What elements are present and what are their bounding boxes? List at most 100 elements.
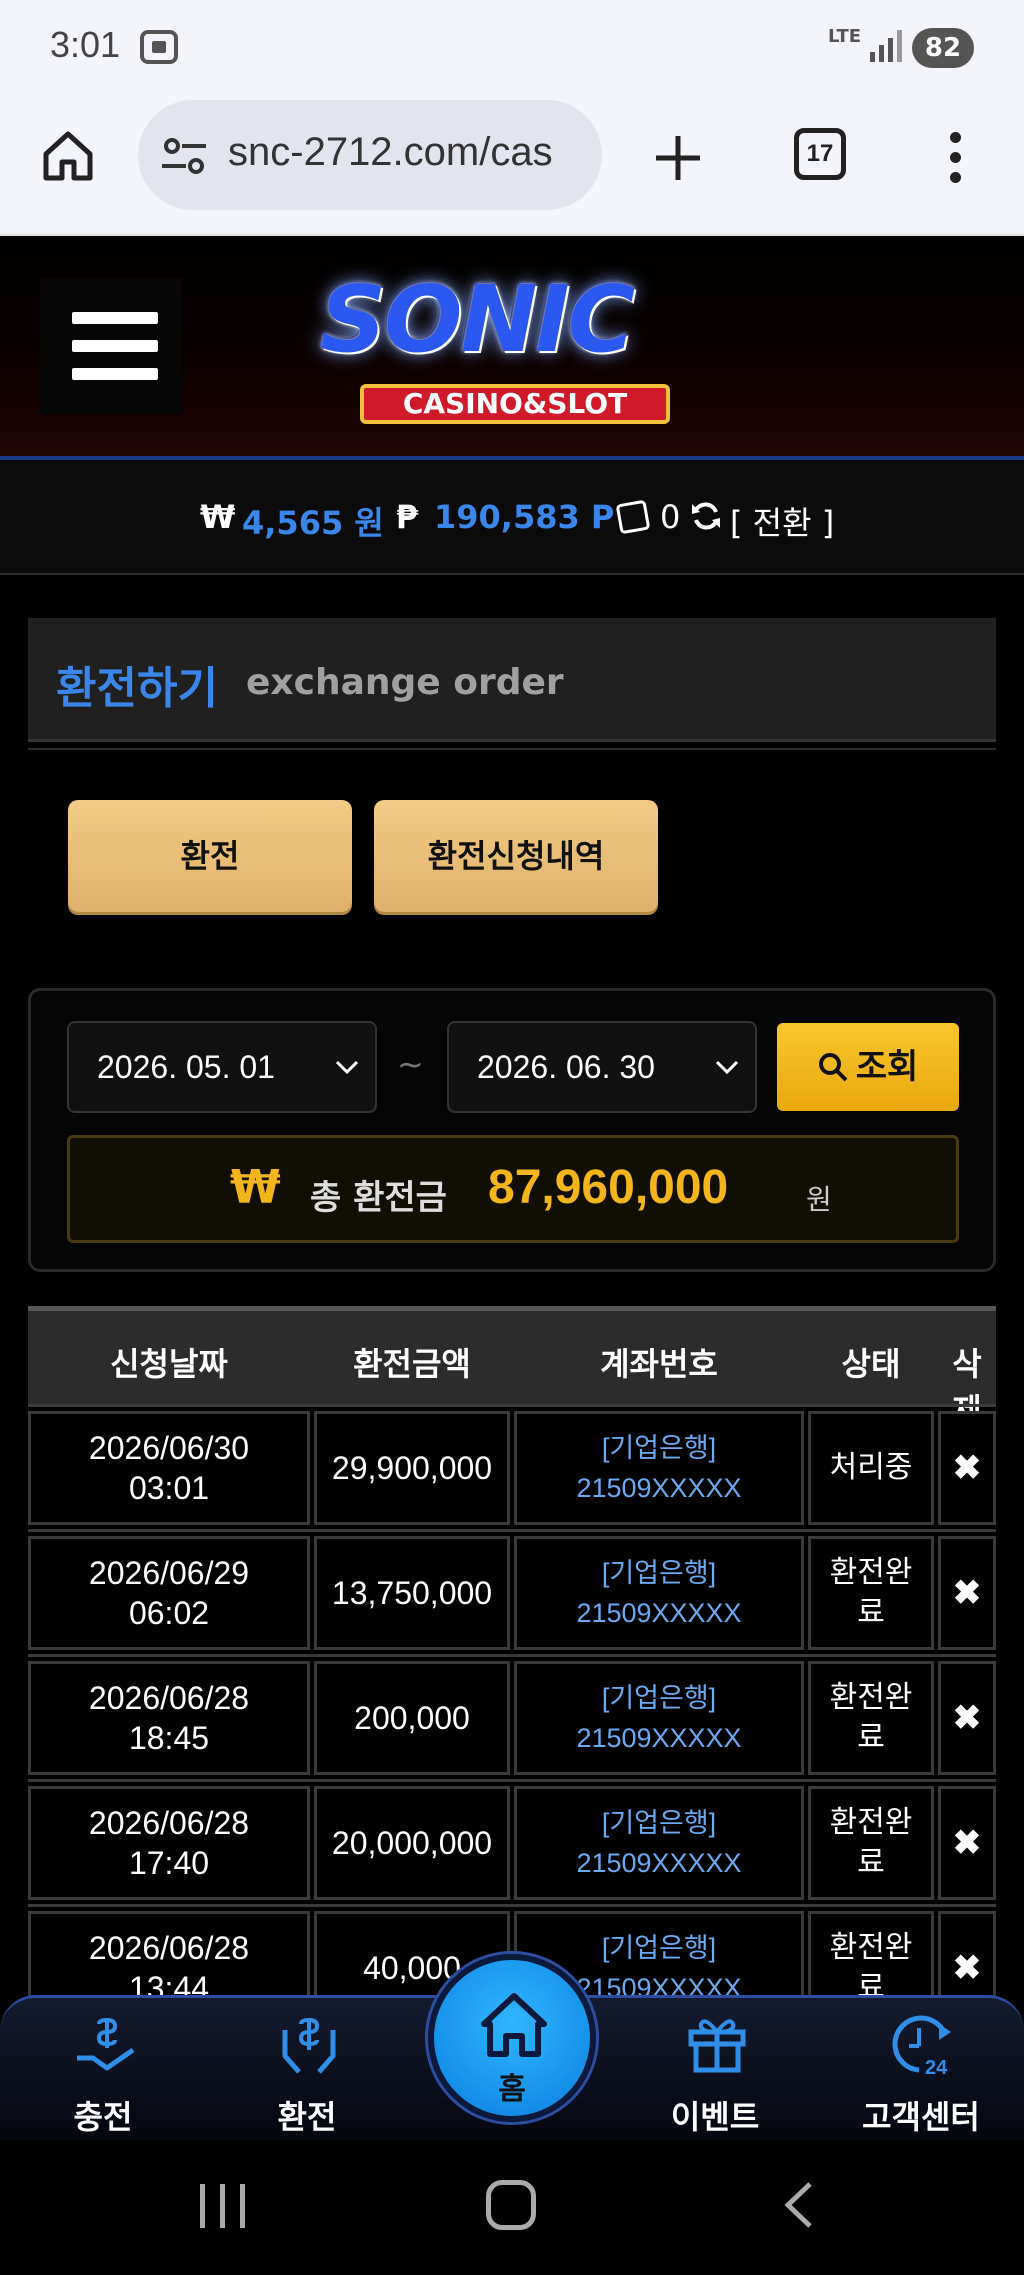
table-row: 2026/06/30 03:01 29,900,000 [기업은행] 21509XX… bbox=[28, 1404, 996, 1529]
row-status: 처리중 bbox=[829, 1451, 913, 1484]
gift-icon bbox=[688, 2019, 746, 2073]
date-to-select[interactable]: 2026. 06. 30 bbox=[447, 1021, 757, 1113]
browser-home-icon[interactable] bbox=[40, 128, 96, 184]
row-status-cell: 환전완료 bbox=[808, 1786, 934, 1900]
total-label: 총 환전금 bbox=[310, 1178, 447, 1218]
point-icon: ₱ bbox=[396, 498, 419, 536]
table-row: 2026/06/28 17:40 20,000,000 [기업은행] 21509XX… bbox=[28, 1779, 996, 1904]
page-title: 환전하기 bbox=[56, 663, 218, 714]
system-home-icon[interactable] bbox=[486, 2180, 536, 2230]
nav-exchange[interactable]: 환전 bbox=[232, 1998, 382, 2143]
row-bank: [기업은행] bbox=[601, 1558, 717, 1588]
row-date-cell: 2026/06/30 03:01 bbox=[28, 1411, 310, 1525]
nav-event-label: 이벤트 bbox=[670, 2098, 760, 2136]
row-status-cont: 료 bbox=[857, 1721, 885, 1754]
row-account-cell: [기업은행] 21509XXXXX bbox=[514, 1786, 804, 1900]
support-24-icon: 24 bbox=[892, 2015, 951, 2078]
balance-bar: ₩ 4,565 원 ₱ 190,583 P 0 [ 전환 ] bbox=[0, 460, 1024, 575]
table-row: 2026/06/28 18:45 200,000 [기업은행] 21509XXXXX… bbox=[28, 1654, 996, 1779]
point-balance: 190,583 P bbox=[434, 498, 615, 536]
page-title-panel: 환전하기 exchange order bbox=[28, 618, 996, 742]
date-from-value: 2026. 05. 01 bbox=[97, 1049, 275, 1085]
chevron-down-icon bbox=[715, 1060, 739, 1075]
browser-menu-icon[interactable] bbox=[950, 132, 962, 184]
svg-text:24: 24 bbox=[925, 2057, 948, 2078]
nav-home-button[interactable]: 홈 bbox=[428, 1954, 596, 2122]
row-date-cell: 2026/06/28 17:40 bbox=[28, 1786, 310, 1900]
battery-indicator: 82 bbox=[912, 28, 974, 68]
dice-icon bbox=[615, 499, 651, 535]
screenshot-icon bbox=[140, 30, 178, 64]
search-button[interactable]: 조회 bbox=[777, 1023, 959, 1111]
signal-icon bbox=[870, 30, 902, 62]
switch-button[interactable]: [ 전환 ] bbox=[730, 498, 834, 544]
nav-charge-label: 충전 bbox=[73, 2098, 133, 2136]
system-navigation-bar bbox=[0, 2140, 1024, 2275]
back-icon[interactable] bbox=[780, 2180, 820, 2230]
row-date: 2026/06/28 bbox=[88, 1930, 250, 1966]
row-amount: 20,000,000 bbox=[314, 1786, 510, 1900]
search-icon bbox=[818, 1053, 848, 1082]
date-range-separator: ~ bbox=[397, 1045, 424, 1083]
recent-apps-icon[interactable] bbox=[200, 2184, 246, 2228]
total-amount: 87,960,000 bbox=[488, 1161, 729, 1214]
header-amount: 환전금액 bbox=[353, 1345, 471, 1383]
row-bank: [기업은행] bbox=[601, 1808, 717, 1838]
exchange-history-button[interactable]: 환전신청내역 bbox=[374, 800, 658, 912]
delete-icon[interactable]: ✖ bbox=[938, 1786, 996, 1900]
chevron-down-icon bbox=[335, 1060, 359, 1075]
header-date: 신청날짜 bbox=[110, 1345, 228, 1383]
new-tab-icon[interactable] bbox=[648, 128, 708, 188]
exchange-button[interactable]: 환전 bbox=[68, 800, 352, 912]
search-button-label: 조회 bbox=[855, 1047, 919, 1087]
delete-icon[interactable]: ✖ bbox=[938, 1536, 996, 1650]
row-account: 21509XXXXX bbox=[576, 1598, 742, 1628]
row-account: 21509XXXXX bbox=[576, 1848, 742, 1878]
row-time: 03:01 bbox=[128, 1470, 210, 1506]
total-exchange-box: ₩ 총 환전금 87,960,000 원 bbox=[67, 1135, 959, 1243]
logo-sub-text: CASINO&SLOT bbox=[360, 384, 670, 424]
header-account: 계좌번호 bbox=[600, 1345, 718, 1383]
nav-support[interactable]: 24 고객센터 bbox=[846, 1998, 996, 2143]
row-status: 환전완 bbox=[829, 1806, 913, 1839]
row-account: 21509XXXXX bbox=[576, 1473, 742, 1503]
row-date: 2026/06/30 bbox=[88, 1430, 250, 1466]
divider bbox=[28, 748, 996, 750]
browser-toolbar: snc-2712.com/cas 17 bbox=[0, 96, 1024, 236]
network-type: LTE bbox=[828, 26, 862, 47]
tab-switcher-button[interactable]: 17 bbox=[794, 128, 846, 180]
date-to-value: 2026. 06. 30 bbox=[477, 1049, 655, 1085]
row-amount: 13,750,000 bbox=[314, 1536, 510, 1650]
nav-event[interactable]: 이벤트 bbox=[640, 1998, 790, 2143]
address-bar[interactable]: snc-2712.com/cas bbox=[138, 100, 602, 210]
row-amount: 200,000 bbox=[314, 1661, 510, 1775]
date-from-select[interactable]: 2026. 05. 01 bbox=[67, 1021, 377, 1113]
row-date: 2026/06/29 bbox=[88, 1555, 250, 1591]
refresh-icon[interactable] bbox=[690, 500, 722, 532]
table-row: 2026/06/29 06:02 13,750,000 [기업은행] 21509XX… bbox=[28, 1529, 996, 1654]
status-time: 3:01 bbox=[50, 24, 121, 65]
row-time: 18:45 bbox=[128, 1720, 210, 1756]
row-status: 환전완 bbox=[829, 1931, 913, 1964]
site-logo[interactable]: SONIC CASINO&SLOT bbox=[300, 260, 730, 430]
row-status-cont: 료 bbox=[857, 1846, 885, 1879]
row-account: 21509XXXXX bbox=[576, 1723, 742, 1753]
row-status: 환전완 bbox=[829, 1556, 913, 1589]
logo-main-text: SONIC bbox=[320, 266, 635, 373]
row-bank: [기업은행] bbox=[601, 1433, 717, 1463]
row-account-cell: [기업은행] 21509XXXXX bbox=[514, 1536, 804, 1650]
delete-icon[interactable]: ✖ bbox=[938, 1411, 996, 1525]
row-status-cell: 환전완 료 bbox=[808, 1536, 934, 1650]
nav-charge[interactable]: 충전 bbox=[28, 1998, 178, 2143]
site-settings-icon[interactable] bbox=[160, 136, 208, 176]
won-icon: ₩ bbox=[200, 498, 236, 536]
row-account-cell: [기업은행] 21509XXXXX bbox=[514, 1661, 804, 1775]
row-bank: [기업은행] bbox=[601, 1683, 717, 1713]
delete-icon[interactable]: ✖ bbox=[938, 1661, 996, 1775]
row-date-cell: 2026/06/29 06:02 bbox=[28, 1536, 310, 1650]
row-bank: [기업은행] bbox=[601, 1933, 717, 1963]
deposit-icon bbox=[77, 2017, 135, 2071]
hamburger-menu-icon[interactable] bbox=[40, 278, 182, 414]
dice-count: 0 bbox=[660, 498, 681, 536]
nav-home-label: 홈 bbox=[498, 2072, 526, 2107]
